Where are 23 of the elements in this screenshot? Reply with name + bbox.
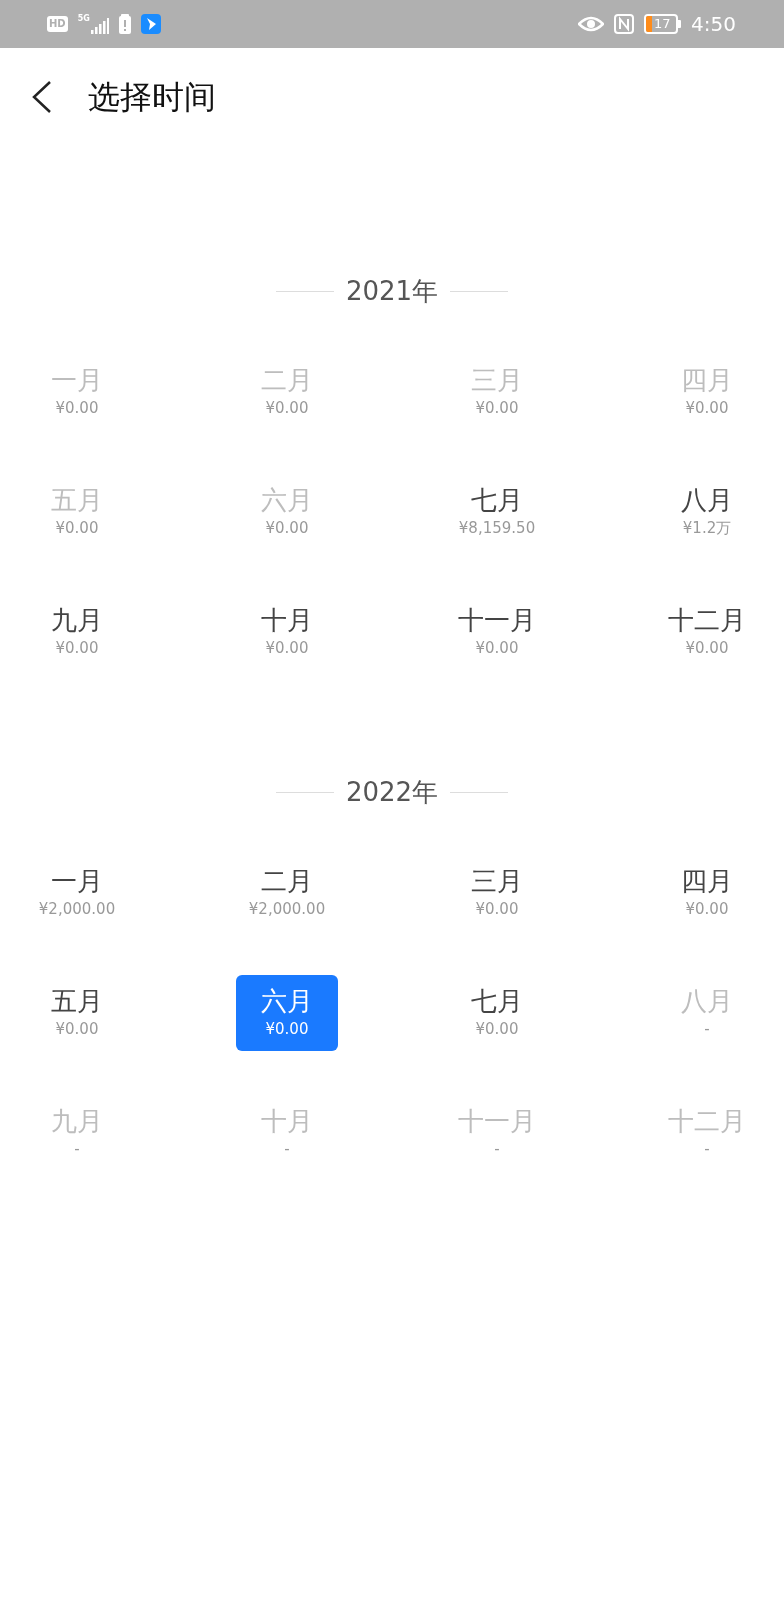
month-option[interactable]: 四月 ¥0.00 bbox=[642, 855, 772, 931]
month-option[interactable]: 七月 ¥8,159.50 bbox=[432, 474, 562, 550]
clock-time: 4:50 bbox=[691, 11, 736, 38]
app-icon bbox=[140, 14, 161, 34]
month-option[interactable]: 六月 ¥0.00 bbox=[236, 975, 338, 1051]
month-option[interactable]: 十月 ¥0.00 bbox=[222, 594, 352, 670]
eye-icon bbox=[578, 16, 605, 32]
month-option[interactable]: 十一月 ¥0.00 bbox=[432, 594, 562, 670]
month-option[interactable]: 八月 ¥1.2万 bbox=[642, 474, 772, 550]
month-option[interactable]: 一月 ¥2,000.00 bbox=[12, 855, 142, 931]
battery-icon: 17 bbox=[644, 14, 682, 34]
battery-alert-icon bbox=[118, 14, 131, 34]
month-option[interactable]: 七月 ¥0.00 bbox=[432, 975, 562, 1051]
year-heading: 2022年 bbox=[345, 775, 439, 809]
month-option[interactable]: 三月 ¥0.00 bbox=[432, 855, 562, 931]
hd-badge: HD bbox=[47, 16, 68, 32]
month-option[interactable]: 二月 ¥2,000.00 bbox=[222, 855, 352, 931]
month-option[interactable]: 五月 ¥0.00 bbox=[12, 975, 142, 1051]
page-title: 选择时间 bbox=[88, 76, 216, 118]
nfc-icon bbox=[614, 14, 635, 34]
month-option[interactable]: 九月 ¥0.00 bbox=[12, 594, 142, 670]
year-heading: 2021年 bbox=[345, 274, 439, 308]
month-option[interactable]: 十二月 ¥0.00 bbox=[642, 594, 772, 670]
